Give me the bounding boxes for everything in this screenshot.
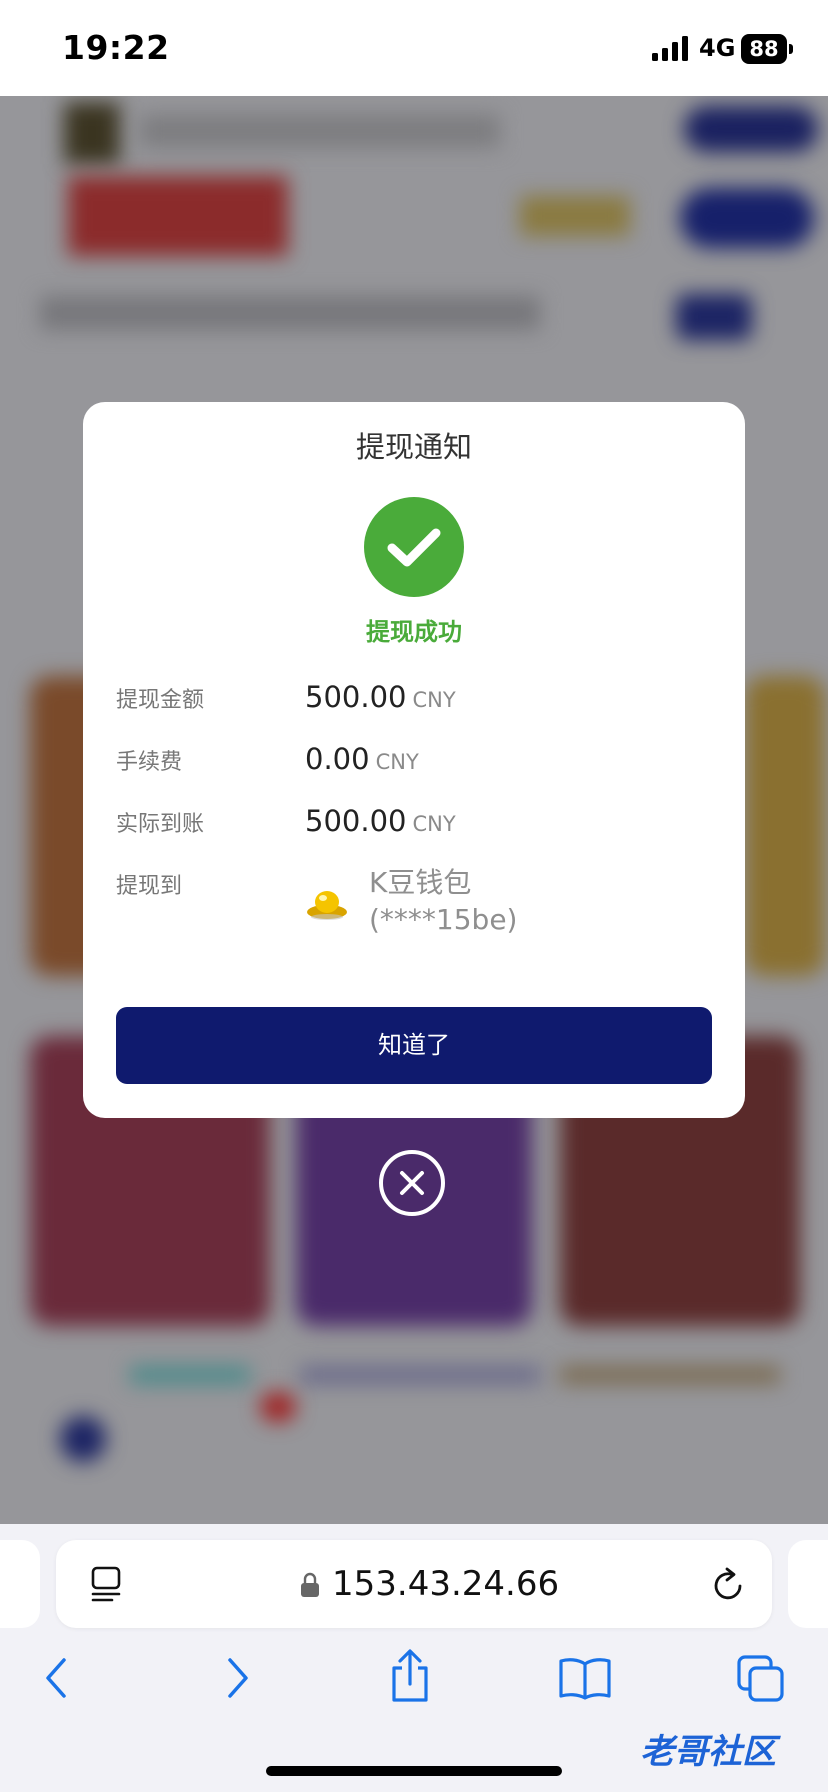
fee-value: 0.00 CNY bbox=[305, 742, 419, 776]
browser-chrome: 153.43.24.66 老哥社区 bbox=[0, 1524, 828, 1792]
close-dialog-button[interactable] bbox=[379, 1150, 445, 1216]
wallet-title: K豆钱包 bbox=[369, 866, 472, 899]
wallet-account: (****15be) bbox=[369, 903, 518, 936]
withdraw-notice-dialog: 提现通知 提现成功 提现金额 500.00 CNY 手续费 0.00 CNY 实际到… bbox=[83, 402, 745, 1118]
amount-unit: CNY bbox=[412, 688, 456, 712]
bookmarks-icon[interactable] bbox=[558, 1656, 612, 1700]
received-unit: CNY bbox=[412, 812, 456, 836]
url-text: 153.43.24.66 bbox=[332, 1564, 560, 1604]
close-icon bbox=[400, 1171, 424, 1195]
next-tab-peek[interactable] bbox=[788, 1540, 828, 1628]
status-time: 19:22 bbox=[62, 28, 170, 67]
success-check-icon bbox=[364, 497, 464, 597]
back-icon[interactable] bbox=[40, 1656, 76, 1700]
success-status-text: 提现成功 bbox=[366, 618, 462, 646]
received-label: 实际到账 bbox=[116, 812, 205, 837]
previous-tab-peek[interactable] bbox=[0, 1540, 40, 1628]
forward-icon[interactable] bbox=[218, 1656, 254, 1700]
tabs-icon[interactable] bbox=[736, 1654, 786, 1704]
address-bar[interactable]: 153.43.24.66 bbox=[56, 1540, 772, 1628]
got-it-button[interactable]: 知道了 bbox=[116, 1007, 712, 1084]
signal-icon bbox=[652, 36, 688, 61]
dialog-title: 提现通知 bbox=[355, 430, 472, 464]
battery-level: 88 bbox=[741, 34, 787, 64]
wallet-name: K豆钱包 (****15be) bbox=[369, 864, 517, 938]
reader-mode-icon[interactable] bbox=[90, 1566, 122, 1602]
status-bar: 19:22 4G 88 bbox=[0, 0, 828, 96]
gold-ingot-wallet-icon bbox=[307, 891, 347, 920]
reload-icon[interactable] bbox=[710, 1566, 746, 1604]
share-icon[interactable] bbox=[388, 1648, 432, 1704]
home-indicator bbox=[266, 1766, 562, 1776]
watermark-logo: 老哥社区 bbox=[640, 1732, 776, 1772]
network-type: 4G bbox=[699, 34, 736, 62]
amount-value: 500.00 CNY bbox=[305, 680, 456, 714]
fee-label: 手续费 bbox=[116, 750, 183, 775]
amount-label: 提现金额 bbox=[116, 688, 205, 713]
received-value: 500.00 CNY bbox=[305, 804, 456, 838]
lock-icon bbox=[301, 1572, 319, 1597]
battery-tip-icon bbox=[789, 44, 793, 54]
fee-unit: CNY bbox=[375, 750, 419, 774]
destination-label: 提现到 bbox=[116, 874, 183, 899]
